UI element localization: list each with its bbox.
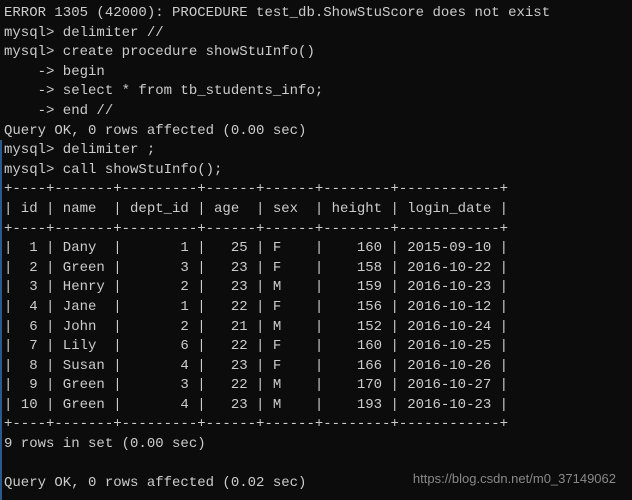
select-line: -> select * from tb_students_info; <box>4 82 628 102</box>
begin-line: -> begin <box>4 63 628 83</box>
error-line: ERROR 1305 (42000): PROCEDURE test_db.Sh… <box>4 4 628 24</box>
end-line: -> end // <box>4 102 628 122</box>
table-row: | 2 | Green | 3 | 23 | F | 158 | 2016-10… <box>4 259 628 279</box>
call-line: mysql> call showStuInfo(); <box>4 161 628 181</box>
table-border-mid: +----+-------+---------+------+------+--… <box>4 220 628 240</box>
table-row: | 1 | Dany | 1 | 25 | F | 160 | 2015-09-… <box>4 239 628 259</box>
table-border-top: +----+-------+---------+------+------+--… <box>4 180 628 200</box>
table-row: | 3 | Henry | 2 | 23 | M | 159 | 2016-10… <box>4 278 628 298</box>
table-header: | id | name | dept_id | age | sex | heig… <box>4 200 628 220</box>
table-row: | 7 | Lily | 6 | 22 | F | 160 | 2016-10-… <box>4 337 628 357</box>
delimiter-line-2: mysql> delimiter ; <box>4 141 628 161</box>
table-row: | 10 | Green | 4 | 23 | M | 193 | 2016-1… <box>4 396 628 416</box>
watermark-url: https://blog.csdn.net/m0_37149062 <box>413 470 616 488</box>
rows-in-set-line: 9 rows in set (0.00 sec) <box>4 435 628 455</box>
delimiter-line-1: mysql> delimiter // <box>4 24 628 44</box>
left-border-highlight <box>0 140 2 500</box>
table-row: | 4 | Jane | 1 | 22 | F | 156 | 2016-10-… <box>4 298 628 318</box>
table-row: | 9 | Green | 3 | 22 | M | 170 | 2016-10… <box>4 376 628 396</box>
table-row: | 8 | Susan | 4 | 23 | F | 166 | 2016-10… <box>4 357 628 377</box>
create-procedure-line: mysql> create procedure showStuInfo() <box>4 43 628 63</box>
table-row: | 6 | John | 2 | 21 | M | 152 | 2016-10-… <box>4 318 628 338</box>
query-ok-line-1: Query OK, 0 rows affected (0.00 sec) <box>4 122 628 142</box>
table-border-bottom: +----+-------+---------+------+------+--… <box>4 415 628 435</box>
